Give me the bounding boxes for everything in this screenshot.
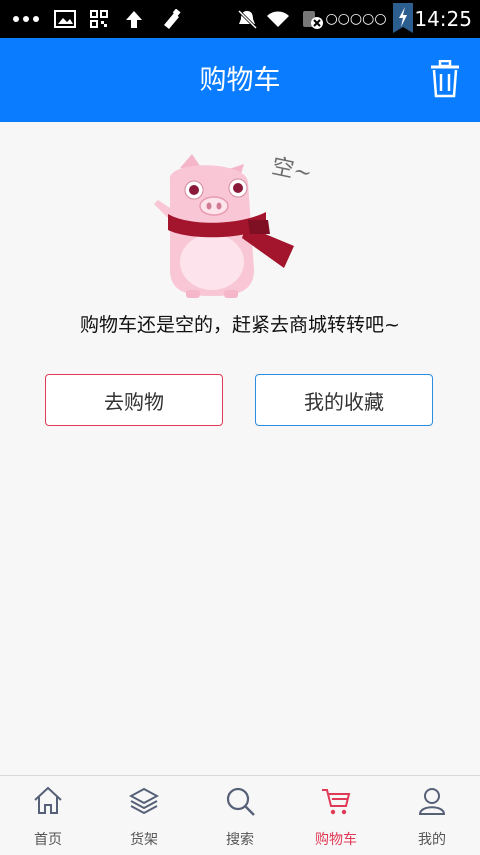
app-bar: 购物车 xyxy=(0,38,480,122)
home-icon xyxy=(34,786,62,814)
wifi-icon xyxy=(266,9,290,29)
tab-home[interactable]: 首页 xyxy=(0,776,96,855)
search-icon xyxy=(226,787,255,816)
bottom-tab-bar: 首页 货架 搜索 购物车 我的 xyxy=(0,775,480,855)
status-bar: ○○○○○ 14:25 xyxy=(0,0,480,38)
tab-label: 搜索 xyxy=(226,832,254,848)
cart-icon xyxy=(322,789,351,815)
usb-icon xyxy=(160,9,182,29)
empty-cart-message: 购物车还是空的，赶紧去商城转转吧~ xyxy=(80,314,400,336)
tab-label: 购物车 xyxy=(315,832,357,848)
pig-mascot-illustration: 空~ xyxy=(148,150,328,300)
more-dots-icon xyxy=(12,9,40,29)
battery-charging-icon xyxy=(392,3,414,33)
my-favorites-button[interactable]: 我的收藏 xyxy=(255,374,433,426)
user-icon xyxy=(418,788,446,815)
signal-strength: ○○○○○ xyxy=(325,11,387,27)
tab-label: 首页 xyxy=(34,832,62,848)
cart-empty-area: 空~ 购物车还是空的，赶紧去商城转转吧~ 去购物 我的收藏 xyxy=(0,122,480,775)
clock: 14:25 xyxy=(414,7,472,31)
tab-cart[interactable]: 购物车 xyxy=(288,776,384,855)
image-icon xyxy=(54,9,76,29)
tab-label: 货架 xyxy=(130,832,158,848)
go-shopping-button[interactable]: 去购物 xyxy=(45,374,223,426)
tab-me[interactable]: 我的 xyxy=(384,776,480,855)
mute-icon xyxy=(236,9,258,29)
layers-icon xyxy=(129,787,159,815)
tab-label: 我的 xyxy=(418,832,446,848)
tab-shelf[interactable]: 货架 xyxy=(96,776,192,855)
sim-icon xyxy=(300,9,324,29)
page-title: 购物车 xyxy=(199,65,281,96)
trash-icon[interactable] xyxy=(430,59,460,98)
qr-code-icon xyxy=(90,9,108,29)
upload-arrow-icon xyxy=(124,9,144,29)
tab-search[interactable]: 搜索 xyxy=(192,776,288,855)
